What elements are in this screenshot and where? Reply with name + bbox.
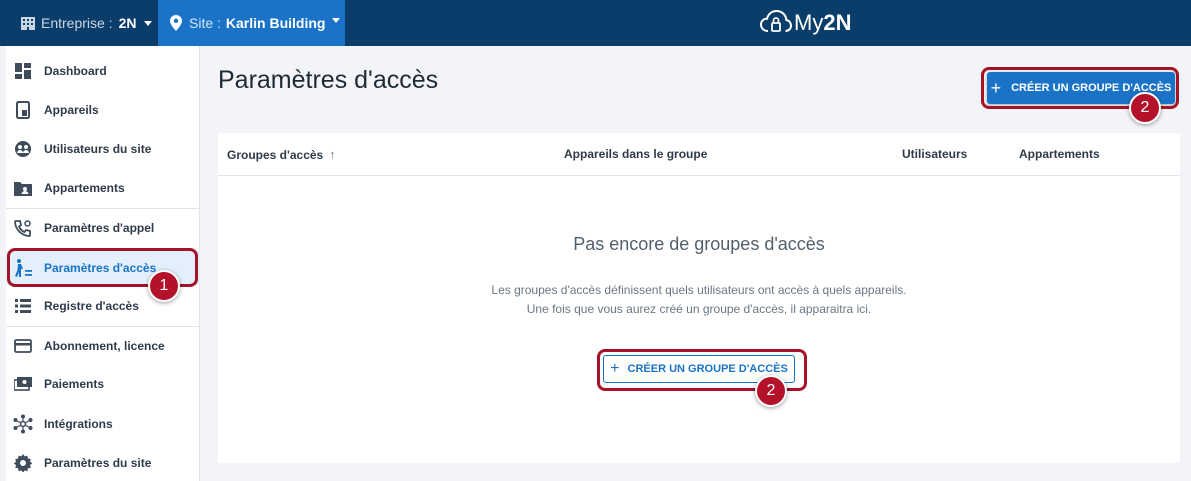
site-value: Karlin Building [225, 15, 326, 31]
gear-icon [12, 453, 34, 473]
top-bar: Entreprise : 2N Site : Karlin Building M… [0, 0, 1191, 46]
sidebar-item-label: Intégrations [44, 417, 113, 431]
chevron-down-icon [332, 17, 341, 23]
logo-prefix: My [794, 10, 824, 35]
empty-state-description: Les groupes d'accès définissent quels ut… [218, 281, 1180, 319]
sort-ascending-icon: ↑ [329, 147, 336, 162]
building-icon [21, 17, 35, 30]
users-globe-icon [12, 139, 34, 159]
callout-badge-1: 1 [148, 270, 180, 302]
sidebar-item-label: Appartements [44, 181, 125, 195]
credit-card-icon [12, 336, 34, 356]
cloud-lock-icon [760, 9, 792, 32]
location-pin-icon [170, 15, 182, 31]
company-label: Entreprise : [41, 15, 113, 31]
company-selector[interactable]: Entreprise : 2N [20, 0, 152, 46]
empty-state-line-2: Une fois que vous aurez créé un groupe d… [526, 302, 872, 316]
my2n-logo[interactable]: My 2N [760, 6, 851, 40]
sidebar-item-utilisateurs-du-site[interactable]: Utilisateurs du site [6, 132, 200, 166]
company-value: 2N [118, 15, 137, 31]
column-header-label: Groupes d'accès [227, 148, 324, 162]
column-header-apartments[interactable]: Appartements [1019, 147, 1100, 161]
empty-state-line-1: Les groupes d'accès définissent quels ut… [491, 283, 907, 297]
sidebar-item-appareils[interactable]: Appareils [6, 93, 200, 127]
sidebar-item-label: Paiements [44, 377, 105, 391]
payment-icon [12, 374, 34, 394]
column-header-devices[interactable]: Appareils dans le groupe [564, 147, 707, 161]
sidebar-divider [6, 326, 200, 327]
sidebar-item-label: Appareils [44, 103, 99, 117]
sidebar-item-integrations[interactable]: Intégrations [6, 407, 200, 441]
sidebar-item-label: Utilisateurs du site [44, 142, 152, 156]
sidebar-item-parametres-du-site[interactable]: Paramètres du site [6, 446, 200, 480]
chevron-down-icon [143, 20, 152, 26]
phone-settings-icon [12, 218, 34, 238]
column-header-access-groups[interactable]: Groupes d'accès ↑ [227, 147, 336, 162]
callout-badge-2-top: 2 [1129, 92, 1161, 124]
apartment-folder-icon [12, 178, 34, 198]
dashboard-icon [12, 61, 34, 81]
integrations-icon [12, 414, 34, 434]
sidebar-item-label: Paramètres du site [44, 456, 152, 470]
sidebar-item-label: Abonnement, licence [44, 339, 165, 353]
empty-state-title: Pas encore de groupes d'accès [573, 234, 825, 254]
sidebar-item-parametres-d-appel[interactable]: Paramètres d'appel [6, 211, 200, 245]
column-header-users[interactable]: Utilisateurs [902, 147, 967, 161]
table-header: Groupes d'accès ↑ Appareils dans le group… [218, 133, 1180, 176]
page-title: Paramètres d'accès [218, 66, 439, 94]
site-label: Site : [189, 15, 221, 31]
list-icon [12, 296, 34, 316]
sidebar-item-label: Registre d'accès [44, 299, 139, 313]
site-selector[interactable]: Site : Karlin Building [158, 0, 345, 46]
sidebar-divider [6, 208, 200, 209]
callout-badge-2-empty: 2 [755, 375, 787, 407]
sidebar-item-label: Paramètres d'appel [44, 221, 155, 235]
sidebar-item-label: Dashboard [44, 64, 107, 78]
sidebar-item-paiements[interactable]: Paiements [6, 367, 200, 401]
access-groups-card: Groupes d'accès ↑ Appareils dans le group… [218, 133, 1180, 463]
sidebar-item-dashboard[interactable]: Dashboard [6, 54, 200, 88]
logo-suffix: 2N [823, 10, 852, 35]
device-icon [12, 100, 34, 120]
sidebar-item-abonnement-licence[interactable]: Abonnement, licence [6, 329, 200, 363]
sidebar-item-appartements[interactable]: Appartements [6, 171, 200, 205]
